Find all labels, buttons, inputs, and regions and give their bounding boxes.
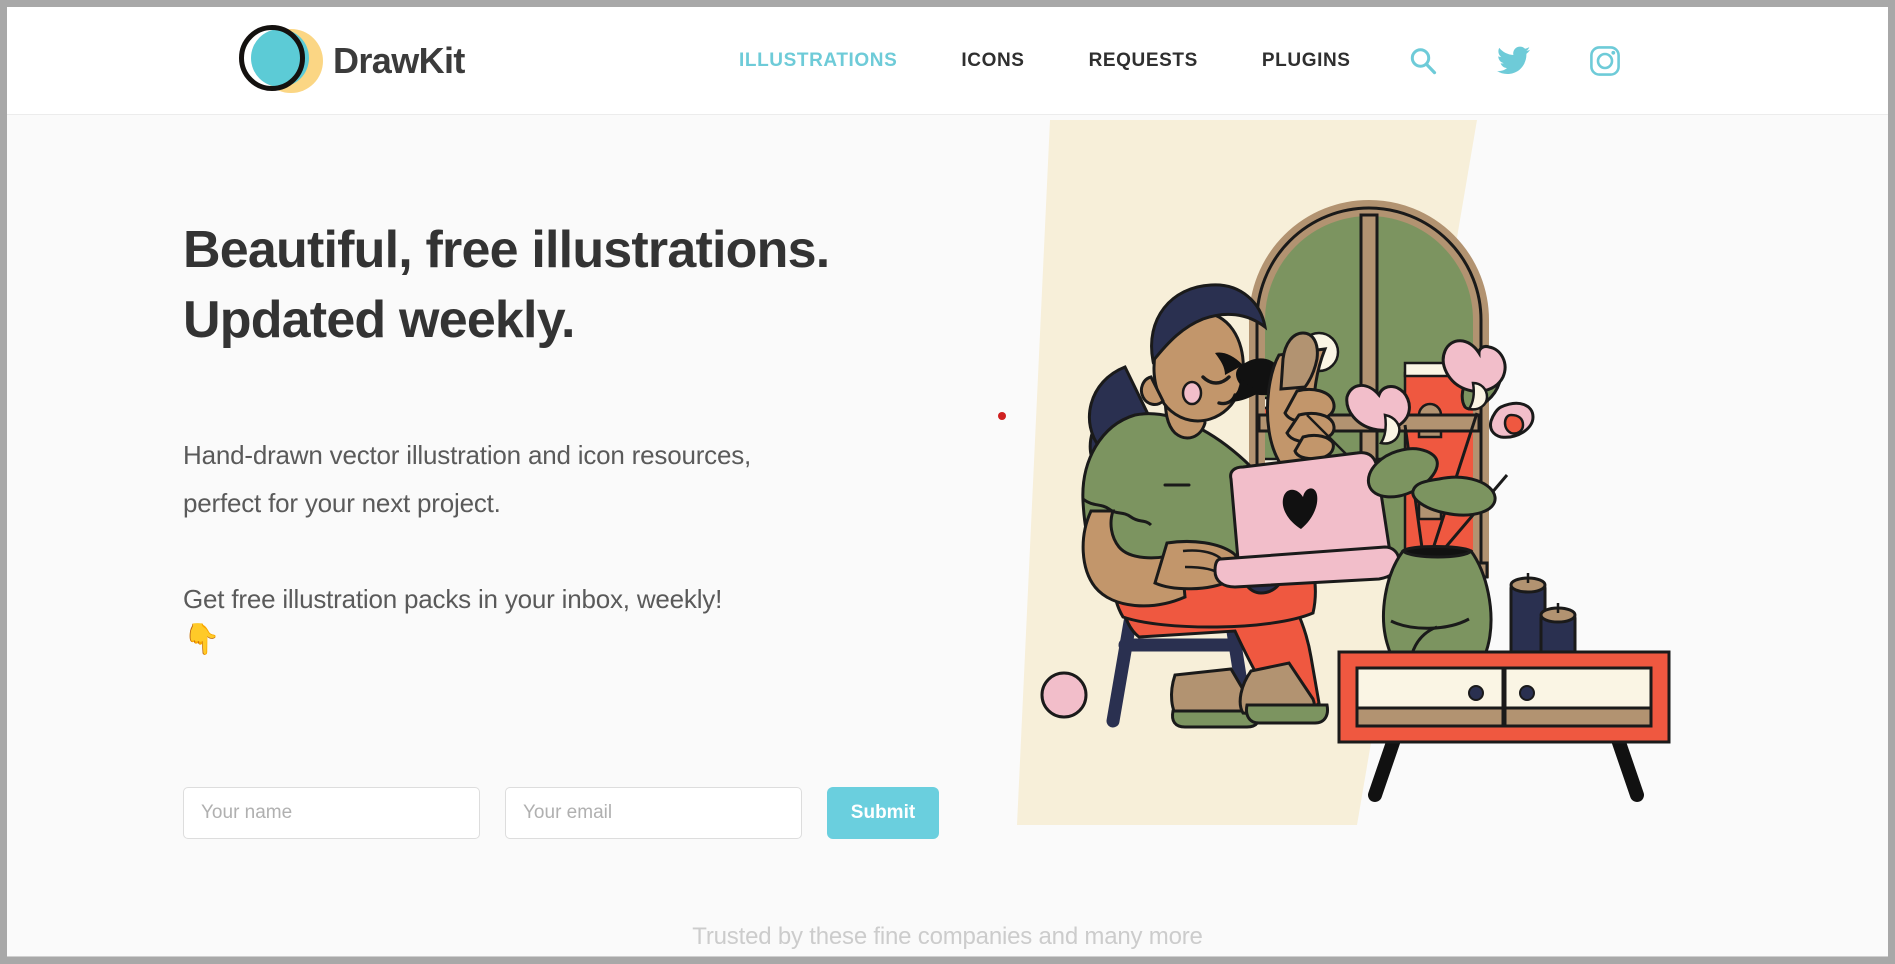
headline-line-2: Updated weekly. — [183, 291, 575, 349]
nav-link-plugins[interactable]: PLUGINS — [1230, 50, 1383, 72]
page-title: Beautiful, free illustrations. Updated w… — [183, 215, 963, 355]
hero-paragraph-2: Get free illustration packs in your inbo… — [183, 575, 923, 657]
submit-button[interactable]: Submit — [827, 787, 939, 839]
brand-name: DrawKit — [333, 40, 465, 81]
headline-line-1: Beautiful, free illustrations. — [183, 221, 830, 279]
nav-link-icons[interactable]: ICONS — [929, 50, 1056, 72]
red-dot-decoration — [998, 412, 1006, 420]
nav-link-illustrations[interactable]: ILLUSTRATIONS — [707, 50, 929, 72]
site-header: DrawKit ILLUSTRATIONS ICONS REQUESTS PLU… — [7, 7, 1888, 115]
nav-link-requests[interactable]: REQUESTS — [1057, 50, 1230, 72]
hero-paragraph-2-text: Get free illustration packs in your inbo… — [183, 584, 723, 614]
name-input[interactable] — [183, 787, 480, 839]
twitter-icon[interactable] — [1497, 46, 1531, 76]
brand-logo[interactable]: DrawKit — [237, 21, 465, 101]
hero-section: Beautiful, free illustrations. Updated w… — [7, 115, 1888, 956]
instagram-icon[interactable] — [1589, 45, 1621, 77]
email-input[interactable] — [505, 787, 802, 839]
search-icon[interactable] — [1407, 45, 1439, 77]
drawkit-circles-logo-icon — [237, 21, 323, 101]
pointing-down-icon: 👇 — [183, 623, 221, 656]
logo-outline-circle — [239, 25, 305, 91]
woman-on-stool-with-laptop-illustration — [1007, 115, 1727, 845]
hero-copy: Beautiful, free illustrations. Updated w… — [183, 215, 963, 657]
page-frame: DrawKit ILLUSTRATIONS ICONS REQUESTS PLU… — [7, 7, 1888, 957]
hero-paragraph-1: Hand-drawn vector illustration and icon … — [183, 440, 752, 518]
header-icon-group — [1407, 7, 1621, 115]
newsletter-signup-form: Submit — [183, 787, 939, 839]
trusted-by-caption: Trusted by these fine companies and many… — [692, 923, 1203, 950]
primary-navigation: ILLUSTRATIONS ICONS REQUESTS PLUGINS — [707, 7, 1383, 115]
